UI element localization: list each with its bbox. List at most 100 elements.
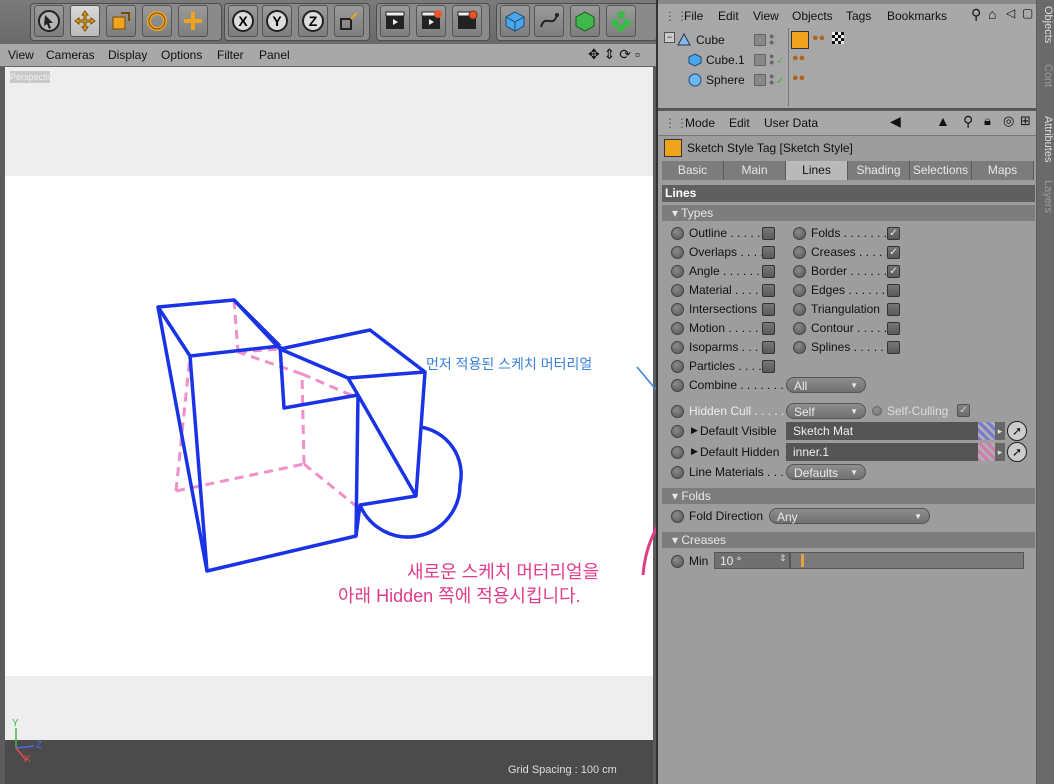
- layer-icon[interactable]: [754, 54, 766, 66]
- self-culling-radio-icon[interactable]: [872, 406, 882, 416]
- side-tab-layers[interactable]: Layers: [1037, 180, 1054, 213]
- animate-radio-icon[interactable]: [671, 466, 684, 479]
- collapse-icon[interactable]: −: [664, 32, 675, 43]
- intersections-checkbox[interactable]: [762, 303, 775, 316]
- animate-radio-icon[interactable]: [671, 379, 684, 392]
- animate-radio-icon[interactable]: [793, 322, 806, 335]
- animate-radio-icon[interactable]: [793, 303, 806, 316]
- section-folds-header[interactable]: ▾ Folds: [662, 488, 1035, 504]
- tab-lines[interactable]: Lines: [786, 161, 848, 180]
- animate-radio-icon[interactable]: [671, 510, 684, 523]
- tab-maps[interactable]: Maps: [972, 161, 1034, 180]
- animate-radio-icon[interactable]: [793, 246, 806, 259]
- slider-handle[interactable]: [801, 554, 804, 567]
- target-icon[interactable]: ◎: [1003, 113, 1014, 129]
- check-icon[interactable]: ✓: [776, 56, 784, 67]
- animate-radio-icon[interactable]: [671, 360, 684, 373]
- splines-checkbox[interactable]: [887, 341, 900, 354]
- creases-min-slider[interactable]: [790, 552, 1024, 569]
- side-tab-objects[interactable]: Objects: [1037, 6, 1054, 43]
- animate-radio-icon[interactable]: [793, 341, 806, 354]
- object-row-cube-1[interactable]: Cube.1 ● ● ✓ ●●: [658, 50, 1036, 70]
- visibility-dots-icon[interactable]: ● ●: [769, 52, 774, 67]
- combine-dropdown[interactable]: All ▼: [786, 377, 866, 393]
- animate-radio-icon[interactable]: [793, 227, 806, 240]
- material-tag-icon[interactable]: ●●: [812, 32, 825, 44]
- object-menu-view[interactable]: View: [753, 9, 779, 23]
- self-culling-checkbox[interactable]: ✓: [957, 404, 970, 417]
- object-menu-bookmarks[interactable]: Bookmarks: [887, 9, 947, 23]
- tab-selections[interactable]: Selections: [910, 161, 972, 180]
- material-tag-icon[interactable]: ●●: [792, 72, 805, 84]
- visibility-dots-icon[interactable]: ● ●: [769, 72, 774, 87]
- animate-radio-icon[interactable]: [671, 555, 684, 568]
- stepper-arrows-icon[interactable]: ⇕: [779, 553, 787, 564]
- section-types-header[interactable]: ▾ Types: [662, 205, 1035, 221]
- tab-main[interactable]: Main: [724, 161, 786, 180]
- animate-radio-icon[interactable]: [671, 265, 684, 278]
- object-name[interactable]: Sphere: [706, 73, 745, 87]
- particles-checkbox[interactable]: [762, 360, 775, 373]
- animate-radio-icon[interactable]: [793, 284, 806, 297]
- triangulation-checkbox[interactable]: [887, 303, 900, 316]
- animate-radio-icon[interactable]: [793, 265, 806, 278]
- default-visible-link-field[interactable]: Sketch Mat: [786, 422, 978, 440]
- tab-shading[interactable]: Shading: [848, 161, 910, 180]
- expand-triangle-icon[interactable]: ▶: [691, 446, 698, 457]
- object-row-cube[interactable]: − Cube ● ● ●●: [658, 30, 1036, 50]
- object-row-sphere[interactable]: Sphere ● ● ✓ ●●: [658, 70, 1036, 90]
- default-hidden-link-field[interactable]: inner.1: [786, 443, 978, 461]
- back-arrow-icon[interactable]: ◀: [890, 113, 901, 130]
- object-menu-tags[interactable]: Tags: [846, 9, 871, 23]
- outline-checkbox[interactable]: [762, 227, 775, 240]
- animate-radio-icon[interactable]: [671, 227, 684, 240]
- creases-checkbox[interactable]: ✓: [887, 246, 900, 259]
- checker-tag-icon[interactable]: [832, 32, 844, 44]
- animate-radio-icon[interactable]: [671, 322, 684, 335]
- isoparms-checkbox[interactable]: [762, 341, 775, 354]
- folds-checkbox[interactable]: ✓: [887, 227, 900, 240]
- object-menu-edit[interactable]: Edit: [718, 9, 739, 23]
- fold-direction-dropdown[interactable]: Any ▼: [769, 508, 930, 524]
- animate-radio-icon[interactable]: [671, 405, 684, 418]
- line-materials-dropdown[interactable]: Defaults ▼: [786, 464, 866, 480]
- animate-radio-icon[interactable]: [671, 425, 684, 438]
- animate-radio-icon[interactable]: [671, 303, 684, 316]
- search-icon[interactable]: ⚲: [971, 6, 981, 23]
- edges-checkbox[interactable]: [887, 284, 900, 297]
- side-tab-content[interactable]: Cont: [1037, 64, 1054, 87]
- material-tag-icon[interactable]: ●●: [792, 52, 805, 64]
- pick-cursor-icon[interactable]: ➚: [1007, 442, 1027, 462]
- check-icon[interactable]: ✓: [776, 76, 784, 87]
- border-checkbox[interactable]: ✓: [887, 265, 900, 278]
- chevron-right-icon[interactable]: ▸: [995, 443, 1005, 461]
- animate-radio-icon[interactable]: [671, 284, 684, 297]
- attr-menu-mode[interactable]: Mode: [685, 116, 715, 130]
- object-menu-file[interactable]: File: [684, 9, 703, 23]
- animate-radio-icon[interactable]: [671, 246, 684, 259]
- visibility-dots-icon[interactable]: ● ●: [769, 32, 774, 47]
- overlaps-checkbox[interactable]: [762, 246, 775, 259]
- expand-triangle-icon[interactable]: ▶: [691, 425, 698, 436]
- motion-checkbox[interactable]: [762, 322, 775, 335]
- side-tab-attributes[interactable]: Attributes: [1037, 116, 1054, 162]
- hidden-cull-dropdown[interactable]: Self ▼: [786, 403, 866, 419]
- layer-icon[interactable]: [754, 34, 766, 46]
- home-icon[interactable]: ⌂: [988, 6, 996, 22]
- object-menu-objects[interactable]: Objects: [792, 9, 833, 23]
- square-icon[interactable]: ▢: [1022, 6, 1033, 20]
- layer-icon[interactable]: [754, 74, 766, 86]
- pick-cursor-icon[interactable]: ➚: [1007, 421, 1027, 441]
- search-icon[interactable]: ⚲: [963, 113, 973, 130]
- object-name[interactable]: Cube.1: [706, 53, 745, 67]
- up-arrow-icon[interactable]: ▲: [936, 113, 950, 129]
- animate-radio-icon[interactable]: [671, 341, 684, 354]
- object-name[interactable]: Cube: [696, 33, 725, 47]
- section-creases-header[interactable]: ▾ Creases: [662, 532, 1035, 548]
- sketch-style-tag-icon[interactable]: [791, 31, 809, 49]
- animate-radio-icon[interactable]: [671, 446, 684, 459]
- chevron-icon[interactable]: ◁: [1006, 6, 1015, 20]
- angle-checkbox[interactable]: [762, 265, 775, 278]
- contour-checkbox[interactable]: [887, 322, 900, 335]
- attr-menu-edit[interactable]: Edit: [729, 116, 750, 130]
